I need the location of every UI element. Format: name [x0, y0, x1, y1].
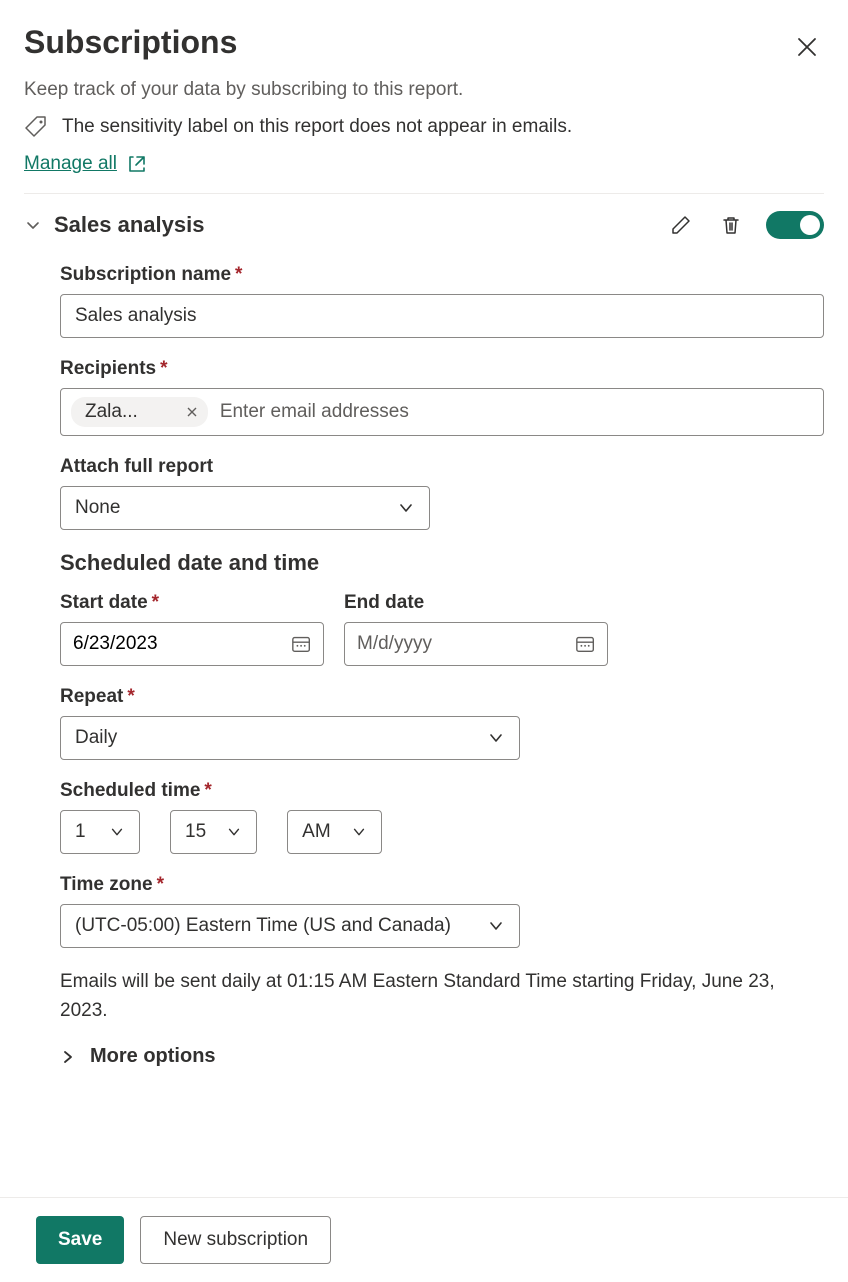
chevron-down-icon [397, 499, 415, 517]
subscription-name-input[interactable] [60, 294, 824, 338]
schedule-summary: Emails will be sent daily at 01:15 AM Ea… [60, 968, 824, 1025]
schedule-heading: Scheduled date and time [60, 550, 824, 576]
attach-select[interactable]: None [60, 486, 430, 530]
sensitivity-note: The sensitivity label on this report doe… [62, 116, 572, 138]
page-title: Subscriptions [24, 24, 237, 61]
chevron-down-icon [351, 824, 367, 840]
scheduled-time-label: Scheduled time* [60, 780, 824, 802]
chevron-down-icon [109, 824, 125, 840]
timezone-label: Time zone* [60, 874, 824, 896]
edit-button[interactable] [666, 210, 696, 240]
section-title: Sales analysis [54, 212, 204, 238]
close-button[interactable] [790, 30, 824, 64]
more-options-label: More options [90, 1045, 216, 1068]
remove-recipient-button[interactable] [186, 406, 198, 418]
repeat-select[interactable]: Daily [60, 716, 520, 760]
recipients-input-container[interactable]: Zala... [60, 388, 824, 436]
repeat-value: Daily [75, 727, 117, 749]
minute-select[interactable]: 15 [170, 810, 257, 854]
trash-icon [720, 214, 742, 236]
divider [24, 193, 824, 194]
ampm-select[interactable]: AM [287, 810, 382, 854]
recipients-label: Recipients* [60, 358, 824, 380]
chevron-right-icon [60, 1049, 76, 1065]
recipient-chip-label: Zala... [85, 401, 138, 423]
repeat-label: Repeat* [60, 686, 824, 708]
close-icon [796, 36, 818, 58]
save-button[interactable]: Save [36, 1216, 124, 1264]
chevron-down-icon [226, 824, 242, 840]
chevron-down-icon [487, 917, 505, 935]
calendar-icon [291, 634, 311, 654]
manage-all-link[interactable]: Manage all [24, 153, 147, 175]
timezone-value: (UTC-05:00) Eastern Time (US and Canada) [75, 915, 451, 937]
ampm-value: AM [302, 821, 331, 843]
end-date-label: End date [344, 592, 608, 614]
recipient-chip: Zala... [71, 397, 208, 427]
manage-all-label: Manage all [24, 153, 117, 175]
subscription-name-label: Subscription name* [60, 264, 824, 286]
end-date-input[interactable] [344, 622, 608, 666]
page-subtitle: Keep track of your data by subscribing t… [24, 79, 824, 101]
minute-value: 15 [185, 821, 206, 843]
chevron-down-icon[interactable] [24, 216, 42, 234]
start-date-field[interactable] [73, 633, 291, 655]
attach-value: None [75, 497, 120, 519]
hour-value: 1 [75, 821, 86, 843]
tag-icon [24, 115, 48, 139]
calendar-icon [575, 634, 595, 654]
end-date-field[interactable] [357, 633, 575, 655]
delete-button[interactable] [716, 210, 746, 240]
external-link-icon [127, 154, 147, 174]
timezone-select[interactable]: (UTC-05:00) Eastern Time (US and Canada) [60, 904, 520, 948]
start-date-label: Start date* [60, 592, 324, 614]
start-date-input[interactable] [60, 622, 324, 666]
footer: Save New subscription [0, 1197, 848, 1282]
more-options-toggle[interactable]: More options [60, 1045, 824, 1068]
recipients-input[interactable] [220, 401, 813, 423]
enable-toggle[interactable] [766, 211, 824, 239]
chevron-down-icon [487, 729, 505, 747]
pencil-icon [670, 214, 692, 236]
new-subscription-button[interactable]: New subscription [140, 1216, 331, 1264]
close-icon [186, 406, 198, 418]
attach-label: Attach full report [60, 456, 824, 478]
hour-select[interactable]: 1 [60, 810, 140, 854]
